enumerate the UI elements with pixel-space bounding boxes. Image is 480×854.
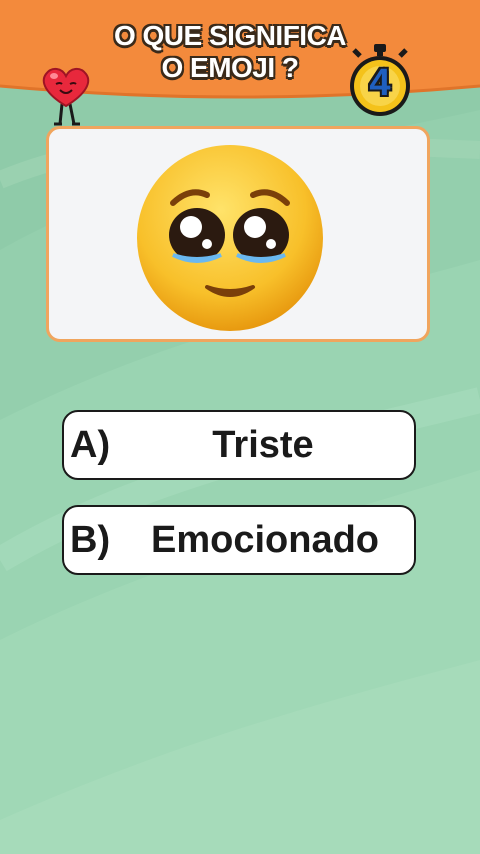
- timer-countdown: 4: [369, 62, 391, 104]
- emoji-card: [46, 126, 430, 342]
- heart-mascot-icon: [42, 68, 90, 126]
- answer-option-b[interactable]: B) Emocionado: [62, 505, 416, 575]
- pleading-face-icon: [137, 145, 323, 331]
- option-letter: A): [70, 424, 111, 466]
- option-letter: B): [70, 519, 111, 561]
- option-text: Emocionado: [150, 519, 380, 561]
- answer-option-a[interactable]: A) Triste: [62, 410, 416, 480]
- option-text: Triste: [212, 424, 314, 466]
